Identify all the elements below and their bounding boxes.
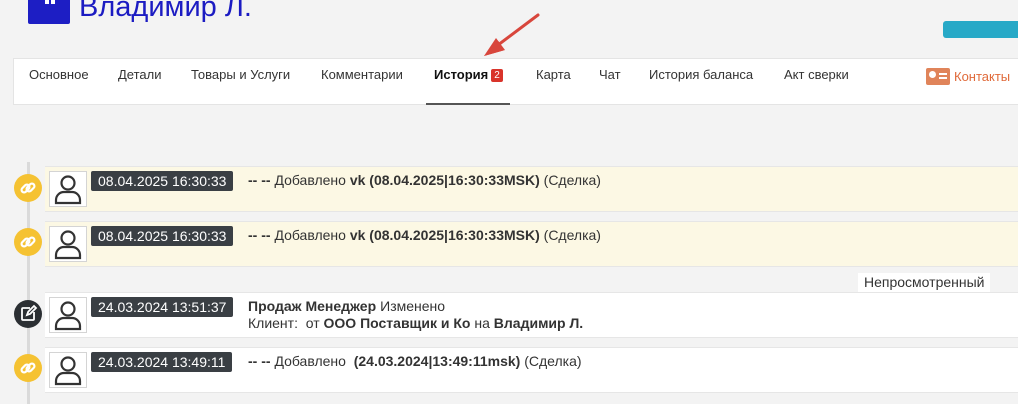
tab-chat[interactable]: Чат	[599, 59, 621, 104]
unread-label: Непросмотренный	[858, 273, 991, 292]
history-entry: 08.04.2025 16:30:33 -- -- Добавлено vk (…	[45, 166, 1018, 212]
user-avatar-icon	[49, 171, 87, 207]
active-tab-indicator	[426, 103, 510, 105]
user-avatar-icon	[49, 352, 87, 388]
building-icon	[28, 0, 70, 24]
contacts-button[interactable]: Контакты	[926, 66, 1010, 86]
tab-comments[interactable]: Комментарии	[321, 59, 403, 104]
contacts-label: Контакты	[954, 68, 1011, 84]
entry-date: 24.03.2024 13:49:11	[91, 352, 233, 372]
history-count-badge: 2	[491, 69, 503, 82]
link-icon	[14, 354, 42, 382]
entry-text: -- -- Добавлено vk (08.04.2025|16:30:33M…	[248, 227, 601, 243]
page-header: Владимир Л.	[0, 0, 1018, 50]
tab-map[interactable]: Карта	[536, 59, 571, 104]
entry-date: 08.04.2025 16:30:33	[91, 171, 234, 191]
user-avatar-icon	[49, 226, 87, 262]
link-icon	[14, 228, 42, 256]
history-entry: 24.03.2024 13:49:11 -- -- Добавлено (24.…	[45, 347, 1018, 393]
tab-products-services[interactable]: Товары и Услуги	[191, 59, 290, 104]
entry-text: Продаж Менеджер Изменено Клиент: от ООО П…	[248, 298, 584, 331]
entry-date: 24.03.2024 13:51:37	[91, 297, 234, 317]
tab-main[interactable]: Основное	[29, 59, 89, 104]
tab-bar: Основное Детали Товары и Услуги Коммента…	[13, 58, 1018, 105]
tab-balance-history[interactable]: История баланса	[649, 59, 753, 104]
entry-date: 08.04.2025 16:30:33	[91, 226, 234, 246]
tab-details[interactable]: Детали	[118, 59, 162, 104]
action-button[interactable]	[943, 21, 1018, 38]
user-avatar-icon	[49, 297, 87, 333]
tab-reconciliation[interactable]: Акт сверки	[784, 59, 849, 104]
entry-text: -- -- Добавлено vk (08.04.2025|16:30:33M…	[248, 172, 601, 188]
edit-icon	[14, 300, 42, 328]
history-entry: 08.04.2025 16:30:33 -- -- Добавлено vk (…	[45, 221, 1018, 267]
link-icon	[14, 174, 42, 202]
page-title: Владимир Л.	[79, 0, 252, 23]
contact-card-icon	[926, 67, 950, 85]
history-entry: 24.03.2024 13:51:37 Продаж Менеджер Измен…	[45, 292, 1018, 338]
entry-text: -- -- Добавлено (24.03.2024|13:49:11msk)…	[248, 353, 582, 369]
tab-history[interactable]: История 2	[426, 59, 510, 105]
